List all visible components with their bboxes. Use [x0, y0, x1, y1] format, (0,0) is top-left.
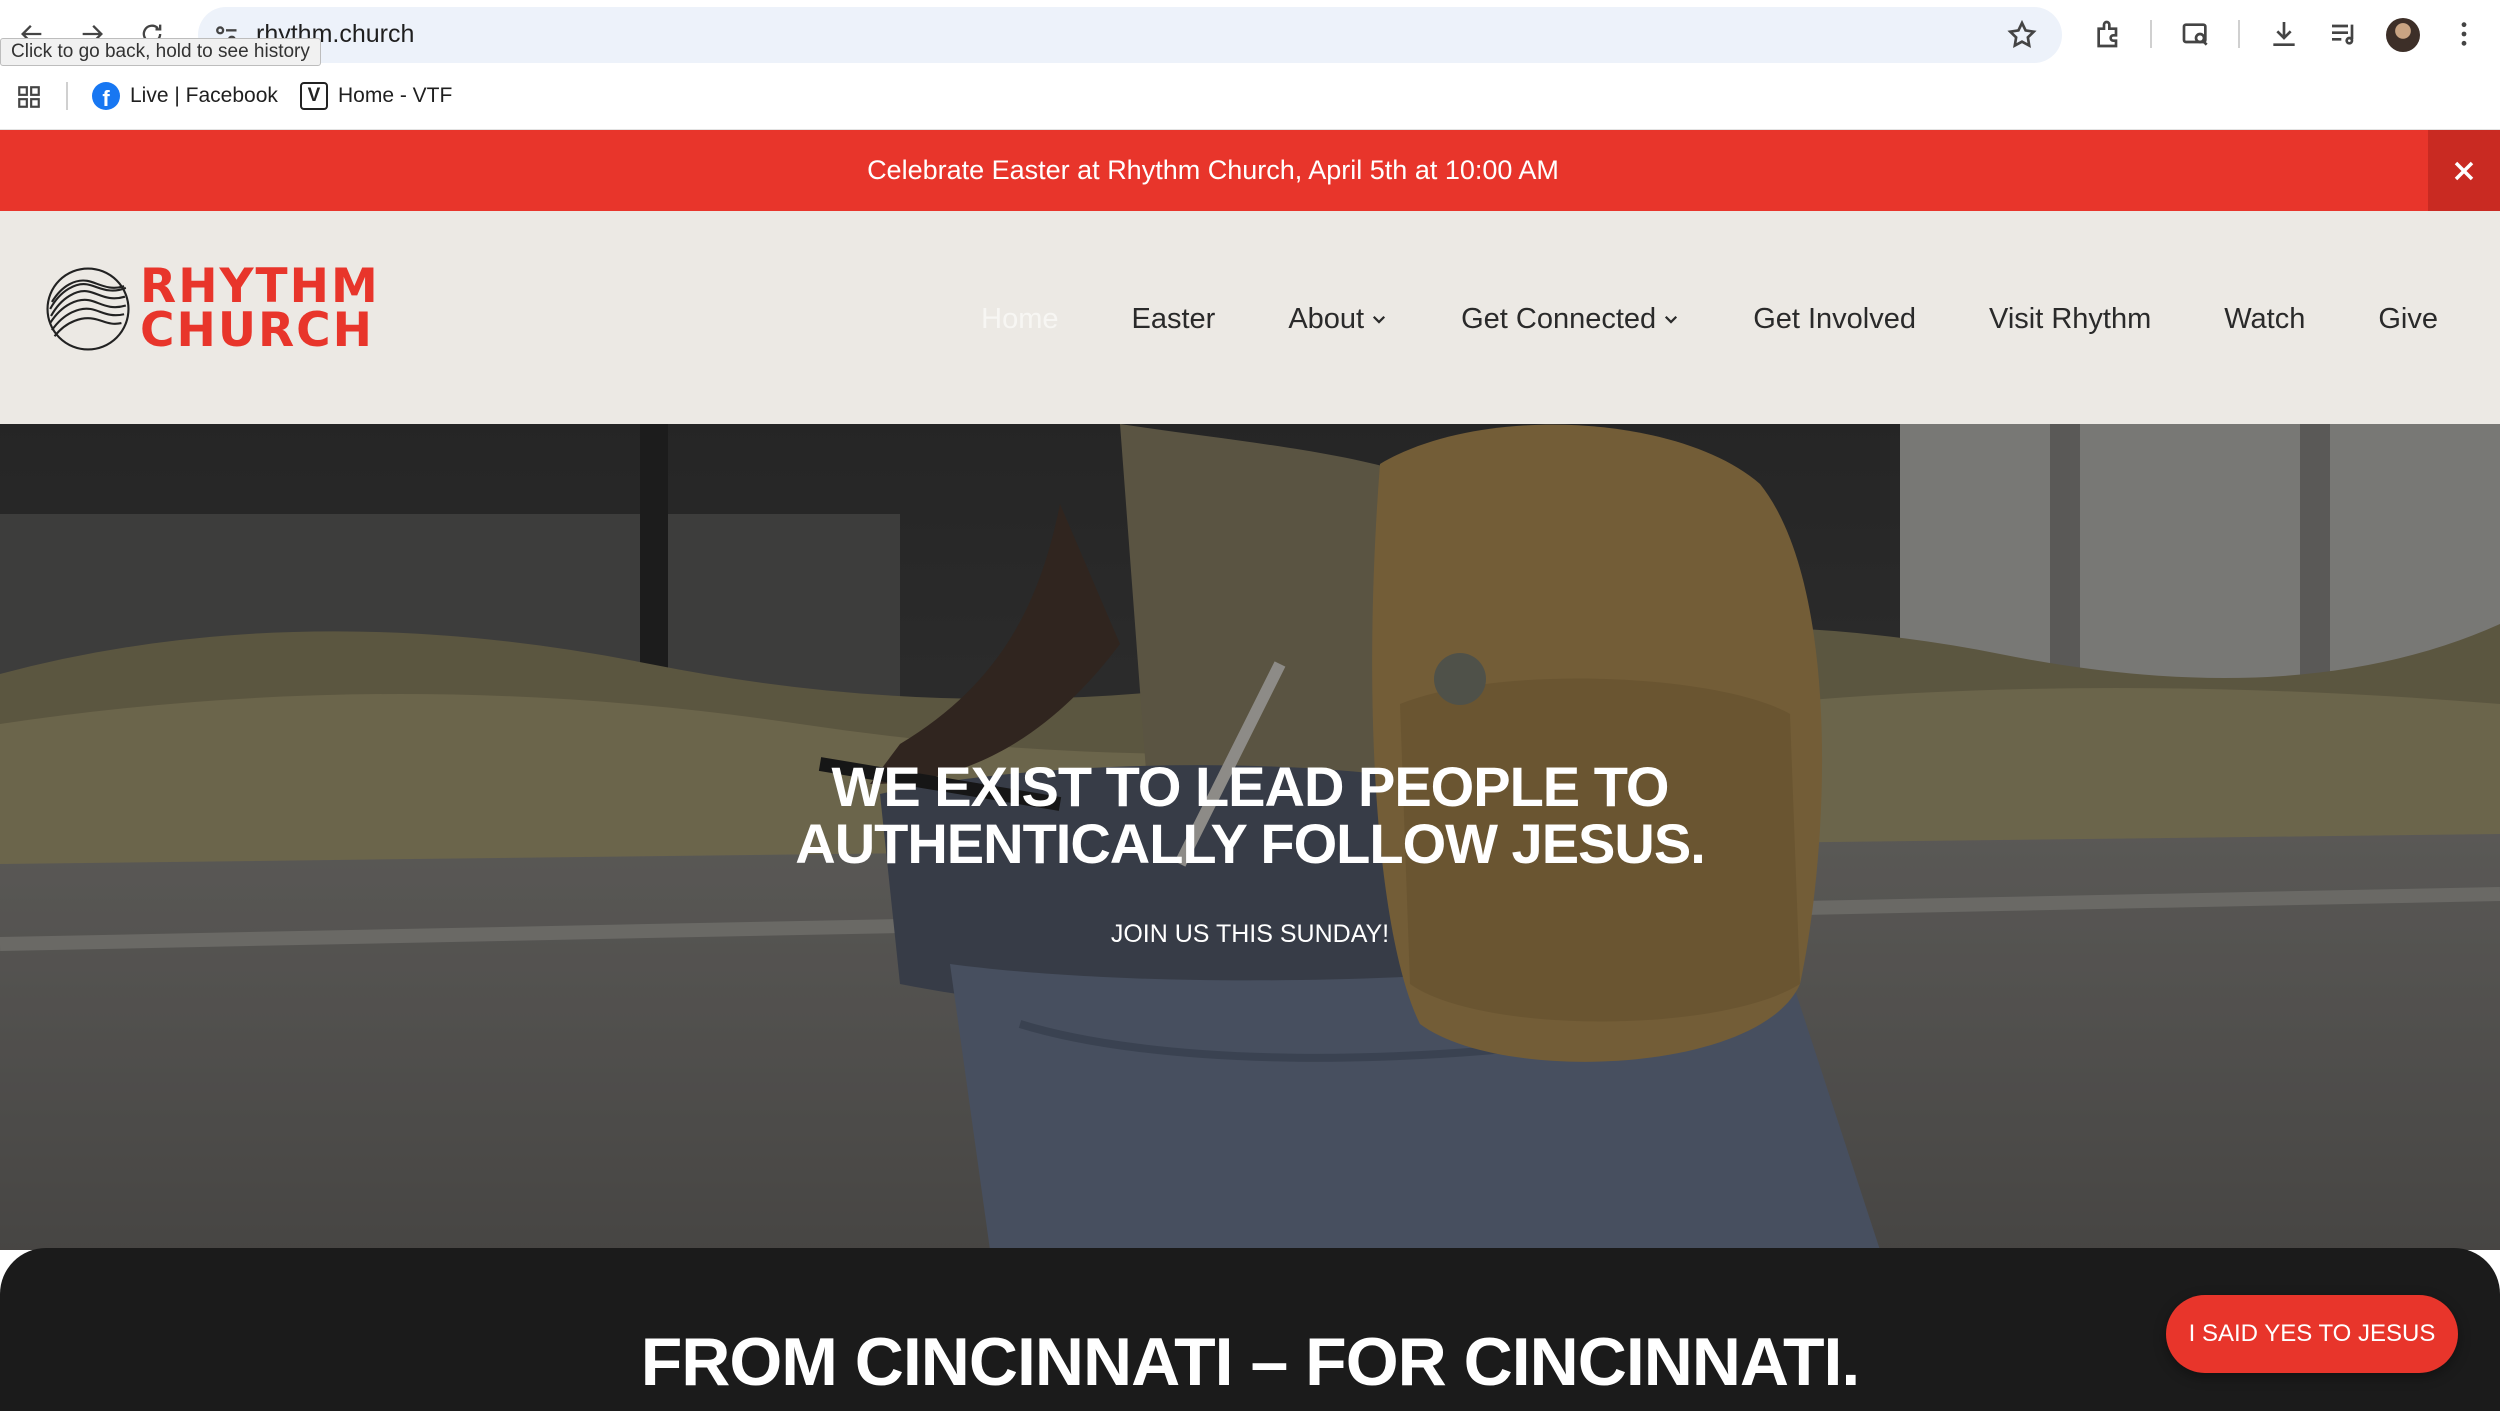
nav-home[interactable]: Home — [981, 303, 1058, 336]
nav-give[interactable]: Give — [2378, 303, 2438, 336]
banner-text[interactable]: Celebrate Easter at Rhythm Church, April… — [0, 130, 2426, 211]
bookmark-vtf[interactable]: V Home - VTF — [300, 80, 452, 112]
hero-section: WE EXIST TO LEAD PEOPLE TO AUTHENTICALLY… — [0, 424, 2500, 1250]
hero-title-line-1: WE EXIST TO LEAD PEOPLE TO — [831, 755, 1670, 818]
announcement-banner: Celebrate Easter at Rhythm Church, April… — [0, 130, 2500, 211]
chevron-down-icon — [1373, 315, 1386, 324]
media-control-icon[interactable] — [2326, 16, 2362, 52]
section-title: FROM CINCINNATI – FOR CINCINNATI. — [640, 1324, 1861, 1400]
mission-section: FROM CINCINNATI – FOR CINCINNATI. — [0, 1248, 2500, 1411]
banner-close-button[interactable] — [2428, 130, 2500, 211]
logo-wave-icon — [46, 267, 130, 351]
apps-grid-icon[interactable] — [16, 84, 42, 110]
logo-line-2: CHURCH — [140, 303, 375, 358]
hero-title-line-2: AUTHENTICALLY FOLLOW JESUS. — [795, 812, 1705, 875]
hero-subtitle[interactable]: JOIN US THIS SUNDAY! — [0, 920, 2500, 949]
back-tooltip: Click to go back, hold to see history — [0, 38, 321, 66]
bookmark-label: Home - VTF — [338, 84, 453, 107]
said-yes-button[interactable]: I SAID YES TO JESUS — [2166, 1295, 2458, 1373]
bookmark-divider — [66, 82, 68, 110]
nav-get-connected[interactable]: Get Connected — [1461, 303, 1680, 336]
nav-easter[interactable]: Easter — [1131, 303, 1215, 336]
close-icon — [2454, 161, 2474, 180]
download-icon[interactable] — [2266, 16, 2302, 52]
nav-watch[interactable]: Watch — [2224, 303, 2305, 336]
profile-avatar[interactable] — [2386, 18, 2420, 52]
hero-title: WE EXIST TO LEAD PEOPLE TO AUTHENTICALLY… — [0, 758, 2500, 872]
site-logo[interactable]: RHYTHM CHURCH — [44, 263, 380, 355]
nav-get-involved[interactable]: Get Involved — [1753, 303, 1916, 336]
address-bar[interactable]: rhythm.church — [198, 7, 2062, 63]
facebook-icon: f — [92, 82, 120, 110]
bookmark-facebook[interactable]: f Live | Facebook — [92, 80, 278, 112]
menu-dots-icon[interactable] — [2446, 16, 2482, 52]
browser-chrome: rhythm.church Click to go back, hold to … — [0, 0, 2500, 130]
site-header: RHYTHM CHURCH Home Easter About Get Conn… — [0, 211, 2500, 424]
nav-about[interactable]: About — [1288, 303, 1388, 336]
logo-text: RHYTHM CHURCH — [140, 263, 380, 358]
nav-visit-rhythm[interactable]: Visit Rhythm — [1989, 303, 2151, 336]
vtf-icon: V — [300, 82, 328, 110]
toolbar-divider — [2150, 20, 2152, 48]
chevron-down-icon — [1665, 315, 1678, 324]
bookmark-label: Live | Facebook — [130, 84, 278, 107]
tab-search-icon[interactable] — [2178, 16, 2214, 52]
bookmark-star-icon[interactable] — [2006, 19, 2038, 51]
toolbar-divider — [2238, 20, 2240, 48]
extensions-icon[interactable] — [2090, 16, 2126, 52]
main-navigation: Home Easter About Get Connected Get Invo… — [981, 297, 2438, 341]
